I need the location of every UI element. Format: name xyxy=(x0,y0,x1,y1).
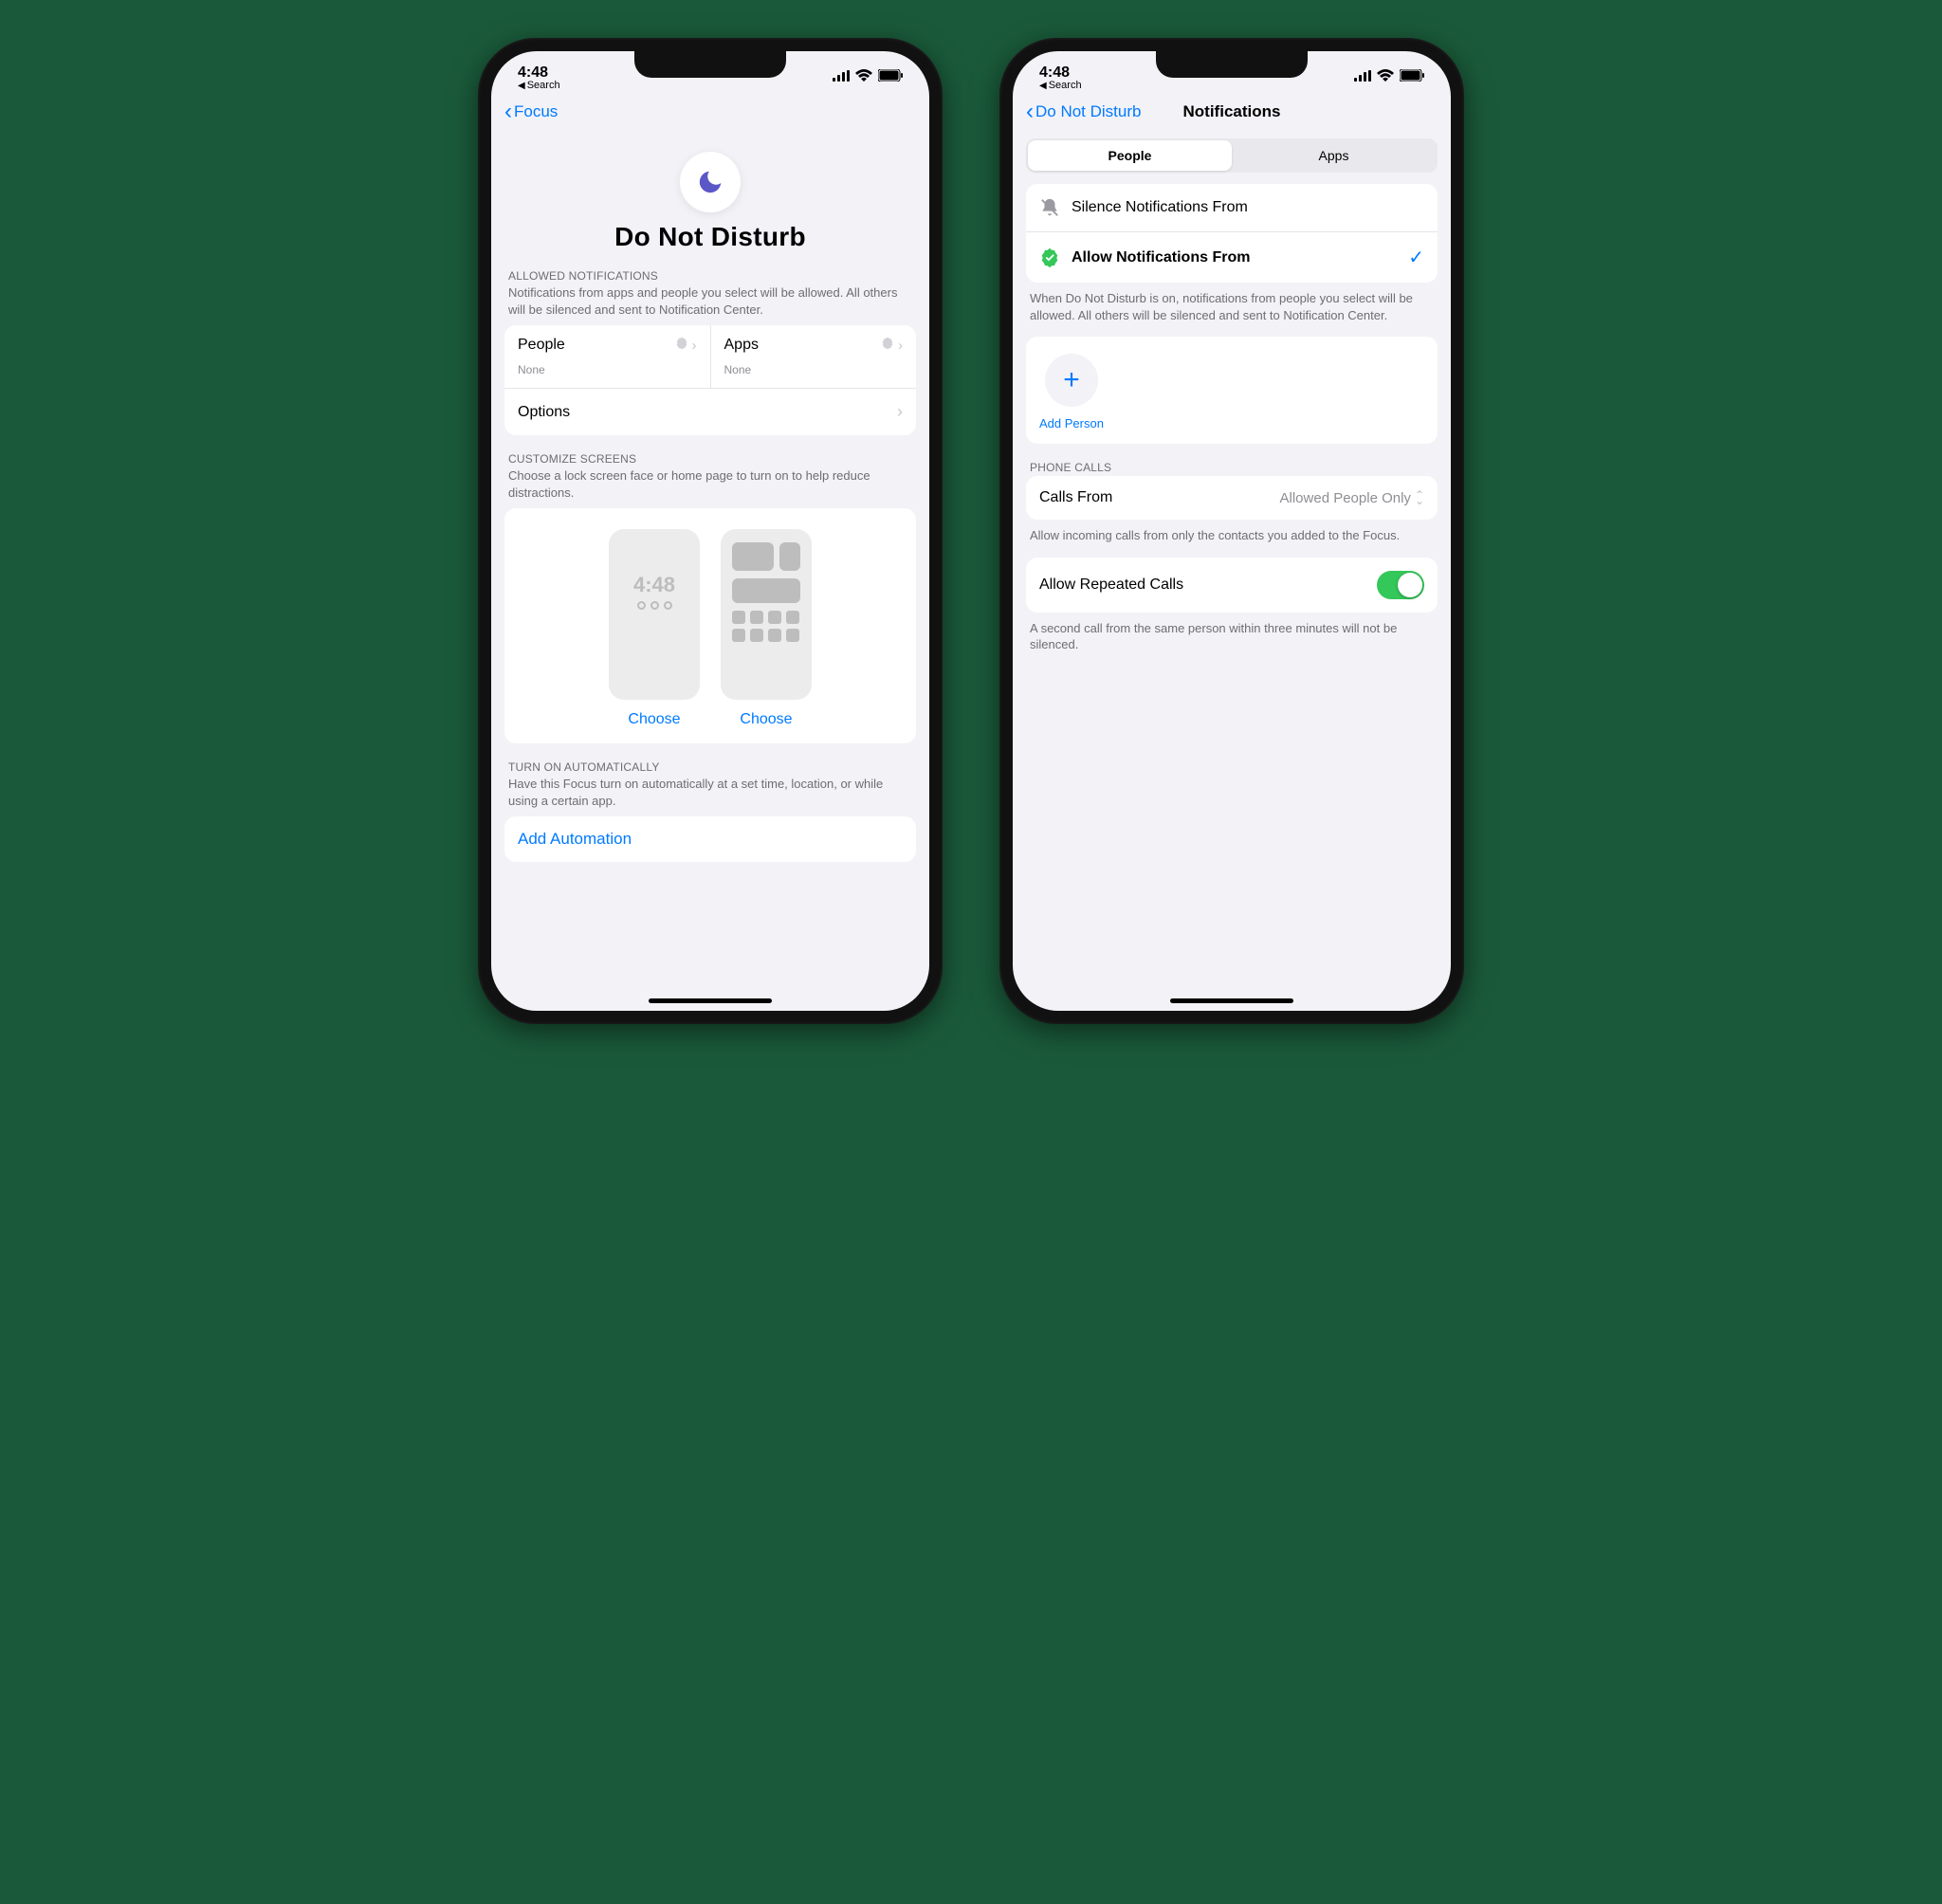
allow-option[interactable]: Allow Notifications From ✓ xyxy=(1026,231,1438,283)
silence-option[interactable]: Silence Notifications From xyxy=(1026,184,1438,231)
chevron-left-icon: ‹ xyxy=(504,99,512,125)
section-header-auto: TURN ON AUTOMATICALLY xyxy=(508,760,912,774)
repeated-calls-row: Allow Repeated Calls xyxy=(1026,558,1438,613)
phone-frame-left: 4:48 ◀ Search ‹ Focu xyxy=(478,38,943,1024)
notch xyxy=(1156,51,1308,78)
people-cell[interactable]: People › None xyxy=(504,325,710,388)
badge-icon xyxy=(881,337,894,354)
chevron-left-icon: ‹ xyxy=(1026,99,1034,125)
section-desc-customize: Choose a lock screen face or home page t… xyxy=(508,467,912,501)
bell-slash-icon xyxy=(1039,197,1060,218)
wifi-icon xyxy=(855,69,872,86)
repeated-desc: A second call from the same person withi… xyxy=(1030,620,1434,653)
home-indicator[interactable] xyxy=(1170,998,1293,1003)
wifi-icon xyxy=(1377,69,1394,86)
check-badge-icon xyxy=(1039,247,1060,268)
mode-desc: When Do Not Disturb is on, notifications… xyxy=(1030,290,1434,323)
mode-card: Silence Notifications From Allow Notific… xyxy=(1026,184,1438,283)
battery-icon xyxy=(878,69,903,86)
battery-icon xyxy=(1400,69,1424,86)
calls-desc: Allow incoming calls from only the conta… xyxy=(1030,527,1434,544)
chevron-left-icon: ◀ xyxy=(518,81,525,91)
add-person-card: + Add Person xyxy=(1026,337,1438,444)
add-automation-button[interactable]: Add Automation xyxy=(504,816,916,862)
breadcrumb-back[interactable]: ◀ Search xyxy=(518,80,560,91)
customize-screens-card: 4:48 Choose Choose xyxy=(504,508,916,743)
apps-cell[interactable]: Apps › None xyxy=(710,325,917,388)
dnd-icon xyxy=(680,152,741,212)
calls-from-row[interactable]: Calls From Allowed People Only ⌃⌄ xyxy=(1026,476,1438,520)
chevron-left-icon: ◀ xyxy=(1039,81,1047,91)
options-row[interactable]: Options › xyxy=(504,389,916,435)
notch xyxy=(634,51,786,78)
chevron-right-icon: › xyxy=(897,402,903,422)
checkmark-icon: ✓ xyxy=(1408,246,1424,269)
signal-icon xyxy=(833,69,850,86)
add-person-button[interactable]: + Add Person xyxy=(1039,354,1104,430)
chevron-right-icon: › xyxy=(898,338,903,354)
lock-screen-mock[interactable]: 4:48 xyxy=(609,529,700,700)
nav-back-button[interactable]: ‹ Do Not Disturb xyxy=(1026,99,1141,125)
segment-people[interactable]: People xyxy=(1028,140,1232,171)
page-title: Do Not Disturb xyxy=(504,222,916,252)
screen-right: 4:48 ◀ Search ‹ Do N xyxy=(1013,51,1451,1011)
section-header-customize: CUSTOMIZE SCREENS xyxy=(508,452,912,466)
screen-left: 4:48 ◀ Search ‹ Focu xyxy=(491,51,929,1011)
signal-icon xyxy=(1354,69,1371,86)
up-down-chevron-icon: ⌃⌄ xyxy=(1415,492,1424,503)
choose-home-button[interactable]: Choose xyxy=(740,711,792,728)
section-desc-allowed: Notifications from apps and people you s… xyxy=(508,284,912,318)
home-indicator[interactable] xyxy=(649,998,772,1003)
choose-lock-button[interactable]: Choose xyxy=(628,711,680,728)
section-header-allowed: ALLOWED NOTIFICATIONS xyxy=(508,269,912,283)
segmented-control: People Apps xyxy=(1026,138,1438,173)
chevron-right-icon: › xyxy=(692,338,697,354)
phone-frame-right: 4:48 ◀ Search ‹ Do N xyxy=(999,38,1464,1024)
repeated-calls-toggle[interactable] xyxy=(1377,571,1424,599)
allowed-card: People › None Apps xyxy=(504,325,916,435)
section-desc-auto: Have this Focus turn on automatically at… xyxy=(508,776,912,809)
segment-apps[interactable]: Apps xyxy=(1232,140,1436,171)
badge-icon xyxy=(675,337,688,354)
home-screen-mock[interactable] xyxy=(721,529,812,700)
plus-icon: + xyxy=(1045,354,1098,407)
breadcrumb-back[interactable]: ◀ Search xyxy=(1039,80,1082,91)
nav-back-button[interactable]: ‹ Focus xyxy=(504,99,558,125)
section-header-phone-calls: PHONE CALLS xyxy=(1030,461,1434,474)
